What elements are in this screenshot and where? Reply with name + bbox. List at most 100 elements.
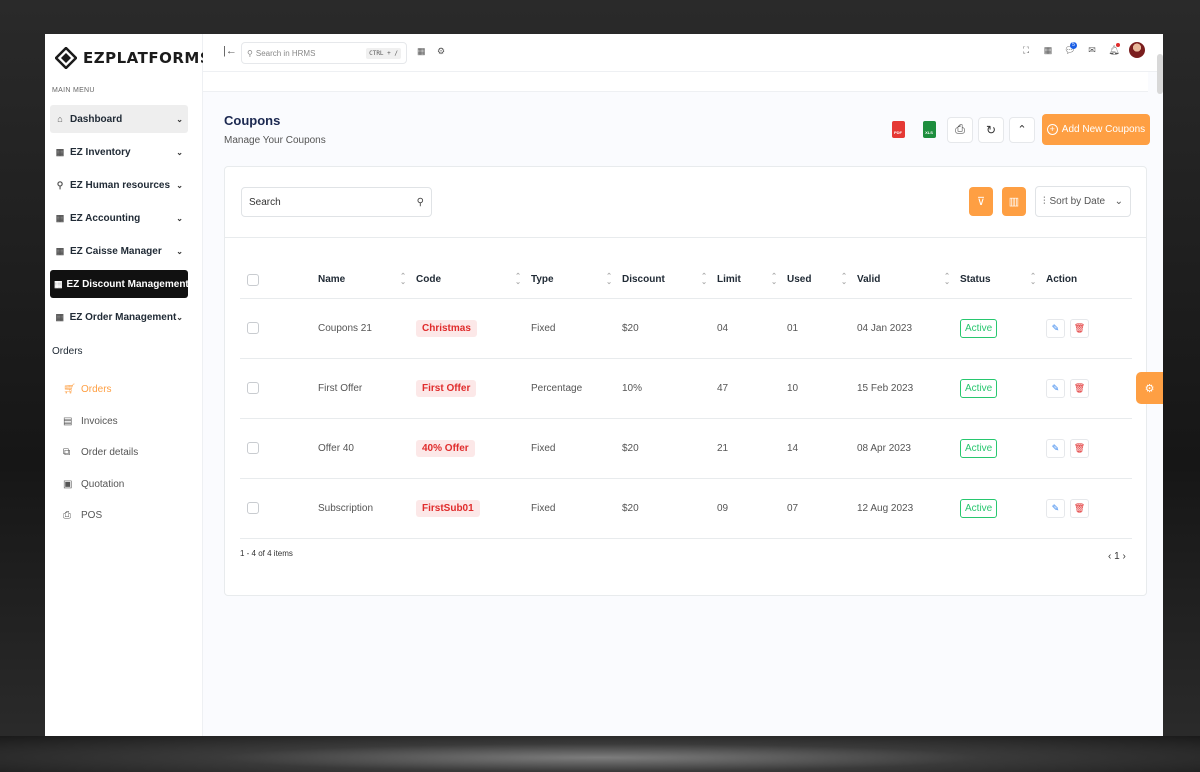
sidebar-subitem-invoices[interactable]: ▤ Invoices [63,406,193,438]
copy-icon: ⧉ [63,447,71,459]
chat-icon[interactable]: 💬︎ 5 [1059,41,1081,56]
cell-type: Fixed [531,478,622,539]
trash-icon: 🗑︎ [1073,442,1086,453]
delete-button[interactable]: 🗑︎ [1070,438,1089,458]
chevron-down-icon: ⌄ [176,147,183,157]
page-title: Coupons [224,113,281,128]
fullscreen-icon[interactable]: ⛶ [1015,45,1037,56]
sidebar-item-ez-accounting[interactable]: ▦ EZ Accounting ⌄ [50,204,188,232]
save-icon: ▣ [63,478,73,490]
logo-mark-icon [54,46,78,70]
cell-valid: 15 Feb 2023 [857,358,960,419]
column-header-discount[interactable]: Discount ⌃ ⌄ [622,262,717,299]
refresh-button[interactable]: ↻ [978,116,1004,143]
prev-page-button[interactable]: ‹ [1108,551,1111,562]
cell-type: Percentage [531,358,622,419]
export-pdf-button[interactable]: PDF [885,117,911,143]
topbar-actions: ⛶ ▦ 💬︎ 5 ✉ 🔔︎ [1015,41,1145,58]
sidebar-item-ez-inventory[interactable]: ▦ EZ Inventory ⌄ [50,138,188,166]
sort-arrows-icon: ⌃ ⌄ [944,272,950,286]
cell-name: First Offer [318,358,416,419]
sort-select[interactable]: ⫶ Sort by Date ⌄ [1035,186,1131,217]
cell-name: Subscription [318,478,416,539]
sort-arrows-icon: ⌃ ⌄ [701,272,707,286]
cell-limit: 04 [717,298,787,359]
settings-search-icon[interactable]: ⚙ [437,46,445,57]
column-header-limit[interactable]: Limit ⌃ ⌄ [717,262,787,299]
row-checkbox[interactable] [247,502,259,514]
delete-button[interactable]: 🗑︎ [1070,378,1089,398]
sidebar-subitem-quotation[interactable]: ▣ Quotation [63,469,193,501]
sidebar-subitem-pos[interactable]: ⎙ POS [63,500,193,532]
edit-button[interactable]: ✎ [1046,378,1065,398]
row-checkbox[interactable] [247,382,259,394]
monitor-stand-reflection [0,736,1200,772]
orders-section-title: Orders [52,346,83,357]
table-header-row: Name ⌃ ⌄ Code ⌃ ⌄ Type ⌃ ⌄ Discount ⌃ ⌄ Limit ⌃ ⌄ … [240,262,1132,299]
cell-discount: $20 [622,478,717,539]
edit-button[interactable]: ✎ [1046,498,1065,518]
sort-arrows-icon: ⌃ ⌄ [1030,272,1036,286]
collapse-sidebar-icon[interactable]: |← [223,45,237,57]
delete-button[interactable]: 🗑︎ [1070,498,1089,518]
mail-icon[interactable]: ✉ [1081,45,1103,56]
delete-button[interactable]: 🗑︎ [1070,318,1089,338]
user-avatar[interactable] [1129,42,1145,58]
column-header-status[interactable]: Status ⌃ ⌄ [960,262,1046,299]
edit-button[interactable]: ✎ [1046,438,1065,458]
column-header-code[interactable]: Code ⌃ ⌄ [416,262,531,299]
global-search-input[interactable]: ⚲ Search in HRMS CTRL + / [241,42,407,64]
sidebar-item-dashboard[interactable]: ⌂ Dashboard ⌄ [50,105,188,133]
next-page-button[interactable]: › [1122,551,1125,562]
cell-used: 10 [787,358,857,419]
cell-name: Offer 40 [318,418,416,479]
pagination: ‹ 1 › [1108,551,1126,562]
orders-sub-nav: 🛒︎ Orders ▤ Invoices ⧉ Order details ▣ Q… [63,374,193,532]
trash-icon: 🗑︎ [1073,322,1086,333]
printer-icon: ⎙ [63,510,71,522]
grid-icon: ▦ [55,311,65,322]
bell-icon[interactable]: 🔔︎ [1103,42,1125,56]
brand-logo[interactable]: EZPLATFORMS [54,44,211,72]
edit-button[interactable]: ✎ [1046,318,1065,338]
status-badge: Active [960,378,998,398]
sort-arrows-icon: ⌃ ⌄ [771,272,777,286]
cell-used: 07 [787,478,857,539]
table-search-input[interactable]: Search ⚲ [241,187,432,217]
layout-toggle-button[interactable]: ▥ [1002,187,1026,216]
sidebar-item-ez-discount-management[interactable]: ▦ EZ Discount Management [50,270,189,298]
select-all-checkbox[interactable] [247,273,259,286]
scrollbar[interactable] [1157,54,1163,94]
sidebar-subitem-orders[interactable]: 🛒︎ Orders [63,374,193,406]
column-header-used[interactable]: Used ⌃ ⌄ [787,262,857,299]
row-checkbox[interactable] [247,442,259,454]
theme-settings-button[interactable]: ⚙ [1136,372,1163,404]
code-badge: 40% Offer [416,439,475,457]
filter-button[interactable]: ⊽ [969,187,993,216]
print-button[interactable]: ⎙ [947,116,973,143]
cell-limit: 21 [717,418,787,479]
sidebar-item-ez-human-resources[interactable]: ⚲ EZ Human resources ⌄ [50,171,188,199]
row-checkbox[interactable] [247,322,259,334]
cell-valid: 08 Apr 2023 [857,418,960,479]
column-header-valid[interactable]: Valid ⌃ ⌄ [857,262,960,299]
sidebar-subitem-order-details[interactable]: ⧉ Order details [63,437,193,469]
add-new-coupons-button[interactable]: + Add New Coupons [1042,114,1150,145]
collapse-header-button[interactable]: ⌃ [1009,116,1035,143]
cell-used: 14 [787,418,857,479]
current-page[interactable]: 1 [1114,551,1120,562]
table-toolbar: Search ⚲ ⊽ ▥ ⫶ Sort by Date ⌄ [225,167,1146,238]
cell-valid: 04 Jan 2023 [857,298,960,359]
trash-icon: 🗑︎ [1073,502,1086,513]
grid-apps-icon[interactable]: ▦ [1037,45,1059,56]
cell-discount: 10% [622,358,717,419]
qr-grid-icon[interactable]: ▦ [417,46,426,57]
sidebar-item-ez-caisse-manager[interactable]: ▦ EZ Caisse Manager ⌄ [50,237,188,265]
column-header-name[interactable]: Name ⌃ ⌄ [318,262,416,299]
sidebar-item-ez-order-management[interactable]: ▦ EZ Order Management ⌄ [50,303,188,331]
export-xls-button[interactable]: XLS [916,117,942,143]
column-header-type[interactable]: Type ⌃ ⌄ [531,262,622,299]
cell-type: Fixed [531,418,622,479]
page-actions: PDF XLS ⎙ ↻ ⌃ + Add New Coupons [885,114,1150,145]
edit-icon: ✎ [1051,382,1060,393]
